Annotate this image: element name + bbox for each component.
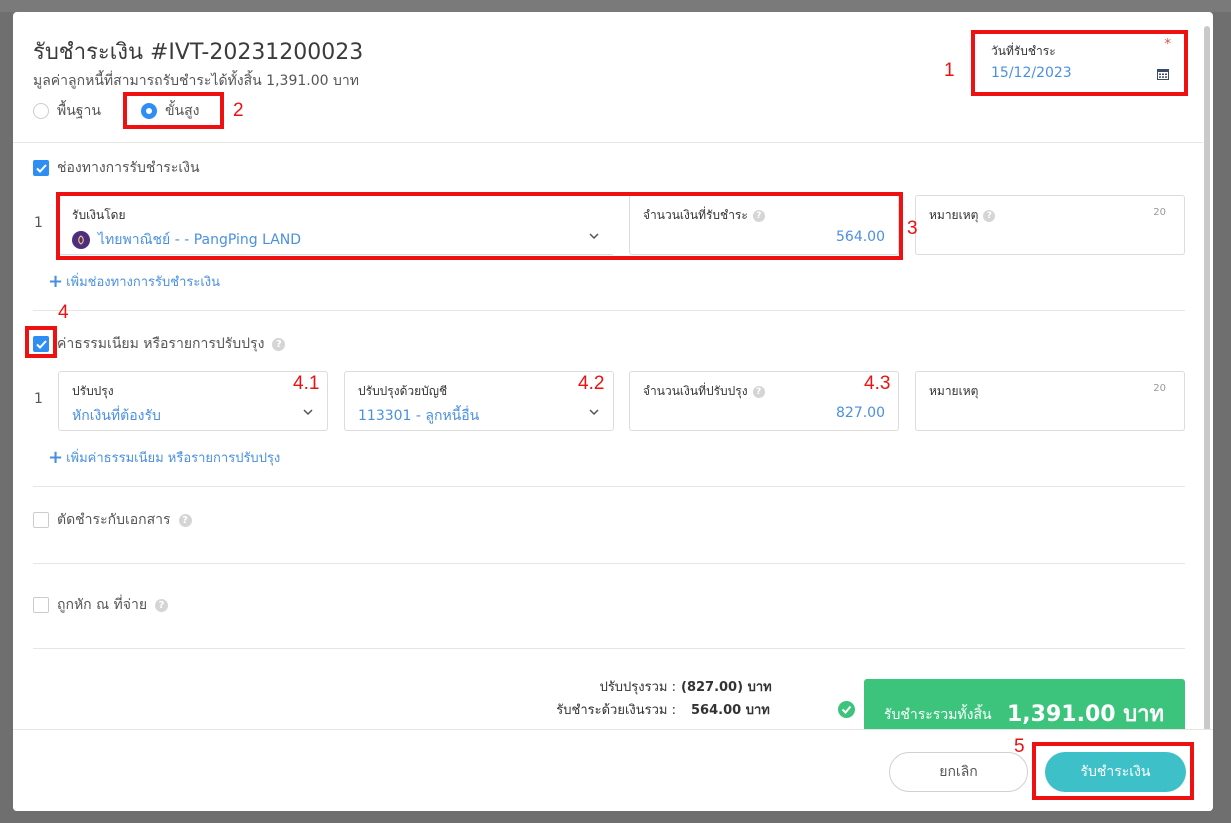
highlight-box-advanced	[123, 92, 224, 129]
annotation-label: 4.3	[864, 373, 891, 394]
cash-total-value: 564.00 บาท	[691, 703, 770, 718]
checkbox-unchecked-icon[interactable]	[33, 597, 49, 613]
annotation-label: 3	[907, 218, 918, 239]
annotation-label: 4.1	[293, 373, 320, 394]
withholding-tax-label: ถูกหัก ณ ที่จ่าย	[57, 597, 148, 613]
withholding-tax-checkbox[interactable]: ถูกหัก ณ ที่จ่าย ?	[33, 594, 169, 616]
adjustment-type-select[interactable]: ปรับปรุง หักเงินที่ต้องรับ	[58, 371, 328, 431]
divider	[33, 310, 1185, 311]
add-adjustment-label: เพิ่มค่าธรรมเนียม หรือรายการปรับปรุง	[66, 451, 281, 466]
adjustment-checkbox[interactable]: ค่าธรรมเนียม หรือรายการปรับปรุง ?	[33, 333, 286, 355]
adjustment-type-label: ปรับปรุง	[72, 384, 114, 398]
highlight-box-date	[971, 30, 1188, 96]
help-icon[interactable]: ?	[178, 513, 192, 527]
add-payment-channel-link[interactable]: + เพิ่มช่องทางการรับชำระเงิน	[48, 271, 220, 292]
adjust-total-value: (827.00) บาท	[681, 680, 772, 695]
adjustment-label: ค่าธรรมเนียม หรือรายการปรับปรุง	[57, 336, 265, 352]
adjustment-amount-value[interactable]: 827.00	[836, 405, 885, 421]
adjustment-amount-field[interactable]: จำนวนเงินที่ปรับปรุง ? 827.00	[629, 371, 899, 431]
adjustment-amount-label: จำนวนเงินที่ปรับปรุง	[643, 384, 748, 398]
plus-icon: +	[48, 446, 64, 468]
divider	[33, 648, 1185, 649]
annotation-label: 5	[1014, 736, 1025, 757]
help-icon[interactable]: ?	[752, 385, 765, 398]
highlight-box-payment-row	[56, 192, 903, 260]
payment-row-index: 1	[34, 215, 43, 231]
add-adjustment-link[interactable]: + เพิ่มค่าธรรมเนียม หรือรายการปรับปรุง	[48, 447, 280, 468]
adjustment-row-index: 1	[34, 391, 43, 407]
payment-modal: รับชำระเงิน #IVT-20231200023 มูลค่าลูกหน…	[13, 12, 1213, 811]
adjust-total-label: ปรับปรุงรวม :	[599, 680, 676, 695]
check-circle-icon	[838, 701, 855, 718]
radio-basic-dot[interactable]	[33, 103, 49, 119]
add-payment-channel-label: เพิ่มช่องทางการรับชำระเงิน	[66, 275, 221, 290]
adjustment-type-value: หักเงินที่ต้องรับ	[72, 408, 161, 424]
plus-icon: +	[48, 270, 64, 292]
help-icon[interactable]: ?	[983, 209, 996, 222]
radio-basic[interactable]: พื้นฐาน	[33, 100, 101, 122]
adjustment-note-field[interactable]: หมายเหตุ 20	[915, 371, 1185, 431]
annotation-label: 4	[58, 302, 69, 323]
scrollbar[interactable]	[1204, 26, 1210, 759]
cancel-button[interactable]: ยกเลิก	[889, 752, 1028, 792]
help-icon[interactable]: ?	[272, 337, 286, 351]
grand-total-label: รับชำระรวมทั้งสิ้น	[884, 707, 992, 723]
note-char-counter: 20	[1153, 207, 1166, 218]
payment-note-label: หมายเหตุ	[929, 208, 979, 222]
highlight-box-submit	[1032, 742, 1194, 800]
cash-total-label: รับชำระด้วยเงินรวม :	[556, 703, 676, 718]
note-char-counter: 20	[1153, 383, 1166, 394]
chevron-down-icon[interactable]	[589, 407, 599, 417]
adjustment-account-select[interactable]: ปรับปรุงด้วยบัญชี 113301 - ลูกหนี้อื่น	[344, 371, 614, 431]
payment-note-label-wrap: หมายเหตุ ?	[929, 206, 996, 225]
grand-total-value: 1,391.00 บาท	[1007, 702, 1165, 727]
highlight-box-adjust-checkbox	[25, 326, 57, 358]
payment-note-field[interactable]: หมายเหตุ ? 20	[915, 195, 1185, 255]
payment-channel-label: ช่องทางการรับชำระเงิน	[57, 160, 200, 176]
offset-document-checkbox[interactable]: ตัดชำระกับเอกสาร ?	[33, 509, 192, 531]
adjustment-account-value: 113301 - ลูกหนี้อื่น	[358, 408, 480, 424]
annotation-label: 2	[233, 100, 244, 121]
annotation-label: 1	[944, 60, 955, 81]
help-icon[interactable]: ?	[155, 598, 169, 612]
divider	[33, 486, 1185, 487]
modal-subtitle: มูลค่าลูกหนี้ที่สามารถรับชำระได้ทั้งสิ้น…	[33, 73, 359, 89]
adjustment-note-label: หมายเหตุ	[929, 384, 979, 398]
payment-channel-checkbox[interactable]: ช่องทางการรับชำระเงิน	[33, 157, 200, 179]
checkbox-unchecked-icon[interactable]	[33, 512, 49, 528]
annotation-label: 4.2	[578, 373, 605, 394]
radio-basic-label: พื้นฐาน	[57, 103, 101, 119]
backdrop	[0, 0, 1231, 12]
adjustment-amount-label-wrap: จำนวนเงินที่ปรับปรุง ?	[643, 382, 765, 401]
modal-title: รับชำระเงิน #IVT-20231200023	[33, 40, 364, 65]
adjustment-account-label: ปรับปรุงด้วยบัญชี	[358, 384, 448, 398]
chevron-down-icon[interactable]	[303, 407, 313, 417]
checkbox-checked-icon[interactable]	[33, 160, 49, 176]
divider	[33, 563, 1185, 564]
offset-document-label: ตัดชำระกับเอกสาร	[57, 512, 171, 528]
